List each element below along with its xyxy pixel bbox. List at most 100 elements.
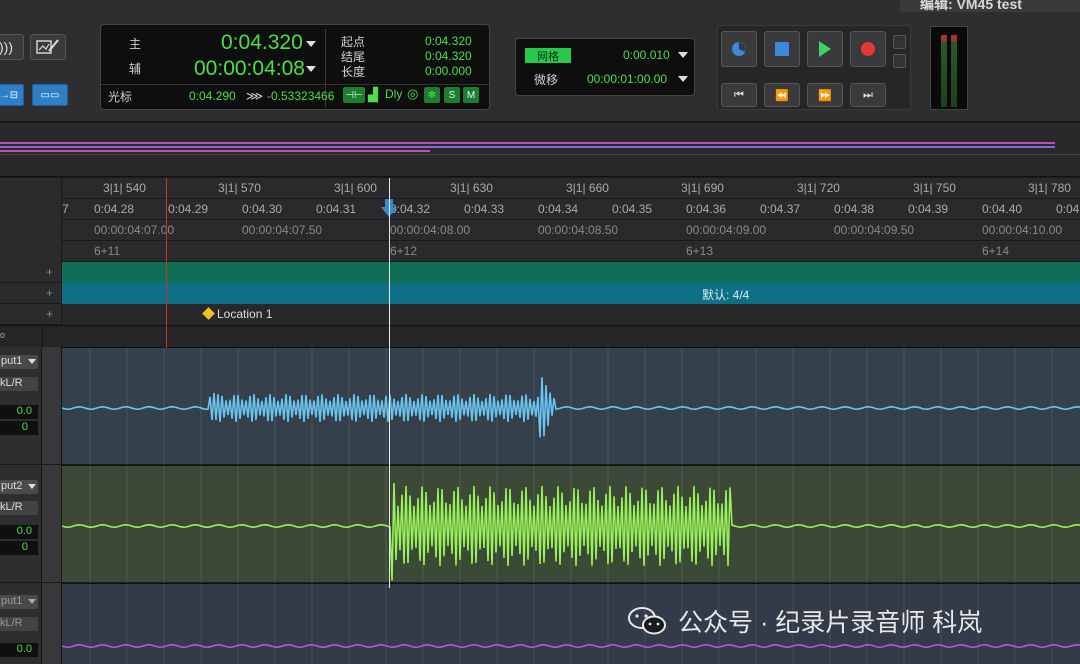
track-2-clip[interactable] <box>61 465 1080 583</box>
speaker-icon: ))) <box>0 39 13 55</box>
pencil-tool-button[interactable] <box>30 34 66 60</box>
track-1-output[interactable]: kL/R <box>0 377 38 391</box>
seconds-label: 0:04 <box>1056 202 1080 216</box>
solo-toggle[interactable]: S <box>444 87 460 103</box>
nudge-dropdown-icon[interactable] <box>678 76 688 82</box>
bar-label: 3|1| 570 <box>218 181 261 195</box>
windows-icon: ▭▭ <box>40 89 60 101</box>
track-2-output[interactable]: kL/R <box>0 501 38 515</box>
seconds-label: 0:04.39 <box>908 202 949 216</box>
play-button[interactable] <box>807 31 843 67</box>
mute-toggle[interactable]: M <box>463 87 479 103</box>
timeline-rulers[interactable]: 3|1| 540 3|1| 570 3|1| 600 3|1| 630 3|1|… <box>0 178 1080 262</box>
grid-value[interactable]: 0:00.010 <box>623 48 670 62</box>
transport-option-2[interactable] <box>893 54 906 68</box>
main-counter-dropdown-icon[interactable] <box>306 41 316 47</box>
track-3-menu-icon[interactable] <box>28 599 36 604</box>
grid-dropdown-icon[interactable] <box>678 52 688 58</box>
bars-beats-ruler[interactable]: 3|1| 540 3|1| 570 3|1| 600 3|1| 630 3|1|… <box>0 178 1080 199</box>
timecode-label: 00:00:04:09.50 <box>834 223 915 237</box>
min-sec-ruler[interactable]: 7 0:04.28 0:04.29 0:04.30 0:04.31 0:04.3… <box>0 199 1080 220</box>
timecode-label: 00:00:04:07.00 <box>94 223 175 237</box>
meter-bar-left <box>941 35 947 107</box>
grid-mode-button[interactable]: 网格 <box>525 48 571 63</box>
bar-label: 3|1| 750 <box>913 181 956 195</box>
transport-option-1[interactable] <box>893 35 906 49</box>
timecode-ruler[interactable]: 00:00:04:07.00 00:00:04:07.50 00:00:04:0… <box>0 220 1080 241</box>
track-1-menu-icon[interactable] <box>28 359 36 364</box>
cursor-level-value: -0.53323466 <box>267 89 335 103</box>
seconds-label: 0:04.30 <box>242 202 283 216</box>
delay-flag-icon[interactable]: ▟ <box>368 87 378 103</box>
main-label: 主 <box>129 37 142 51</box>
timecode-label: 00:00:04:08.50 <box>538 223 619 237</box>
seconds-label: 0:04.28 <box>94 202 135 216</box>
speaker-tool-button[interactable]: ))) <box>0 34 24 60</box>
bar-label: 3|1| 720 <box>797 181 840 195</box>
track-2-strip <box>42 465 62 582</box>
main-counter-value[interactable]: 0:04.320 <box>221 31 303 55</box>
track-3-output[interactable]: kL/R <box>0 617 38 631</box>
mute-label: M <box>466 89 476 101</box>
track-3-header: put1 kL/R 0.0 <box>0 583 42 664</box>
sub-label: 辅 <box>129 62 142 76</box>
track-2-pan[interactable]: 0 <box>0 541 38 555</box>
rewind-button[interactable]: ⏪ <box>764 83 800 107</box>
feet-frames-label: 6+12 <box>390 244 418 258</box>
seconds-label-edge: 7 <box>62 202 69 216</box>
stop-icon <box>775 42 789 56</box>
track-1-volume[interactable]: 0.0 <box>0 405 38 419</box>
window-title: 编辑: VM45 test <box>920 0 1022 12</box>
track-3-volume[interactable]: 0.0 <box>0 643 38 657</box>
timecode-label: 00:00:04:07.50 <box>242 223 323 237</box>
fast-forward-button[interactable]: ⏩ <box>807 83 843 107</box>
meter-signature[interactable]: 默认: 4/4 <box>702 286 749 303</box>
delay-label[interactable]: Dly <box>385 87 402 101</box>
track-2-volume[interactable]: 0.0 <box>0 525 38 539</box>
track-1-clip[interactable] <box>61 347 1080 465</box>
length-value[interactable]: 0:00.000 <box>425 64 472 78</box>
track-2-waveform <box>61 466 1080 583</box>
link-toggle-button[interactable]: →⊟ <box>0 84 24 106</box>
track-1-strip <box>42 347 62 464</box>
spot-toggle[interactable]: ⊣⊢ <box>343 87 365 103</box>
snowflake-icon: ✻ <box>427 89 437 101</box>
window-toggle-button[interactable]: ▭▭ <box>32 84 68 106</box>
nudge-value[interactable]: 00:00:01:00.00 <box>587 72 667 86</box>
snow-toggle[interactable]: ✻ <box>424 87 440 103</box>
start-value[interactable]: 0:04.320 <box>425 34 472 48</box>
ruler-gutter <box>0 178 62 262</box>
nudge-label: 微移 <box>534 73 559 87</box>
online-clock-icon <box>732 42 746 56</box>
toolbar: 编辑: VM45 test ))) →⊟ ▭▭ 主 0:04.320 辅 00:… <box>0 0 1080 122</box>
stop-button[interactable] <box>764 31 800 67</box>
markers-lane[interactable]: Location 1 <box>62 304 1080 325</box>
online-button[interactable] <box>721 31 757 67</box>
return-to-zero-button[interactable]: ⏮ <box>721 83 757 107</box>
solo-label: S <box>448 89 456 101</box>
seconds-label: 0:04.36 <box>686 202 727 216</box>
tempo-lane[interactable] <box>62 262 1080 283</box>
cursor-label: 光标 <box>108 90 133 104</box>
sub-counter-dropdown-icon[interactable] <box>306 66 316 72</box>
seconds-label: 0:04.31 <box>316 202 357 216</box>
end-value[interactable]: 0:04.320 <box>425 49 472 63</box>
sync-icon[interactable]: ◎ <box>407 86 418 102</box>
go-to-end-button[interactable]: ⏭ <box>850 83 886 107</box>
universe-overview[interactable] <box>0 123 1080 177</box>
track-1-pan[interactable]: 0 <box>0 421 38 435</box>
track-2-menu-icon[interactable] <box>28 484 36 489</box>
track-3-strip <box>42 583 62 664</box>
sub-counter-value[interactable]: 00:00:04:08 <box>194 57 305 81</box>
record-button[interactable] <box>850 31 886 67</box>
bar-label: 3|1| 630 <box>450 181 493 195</box>
feet-frames-ruler[interactable]: 6+11 6+12 6+13 6+14 <box>0 241 1080 262</box>
timecode-label: 00:00:04:08.00 <box>390 223 471 237</box>
add-tempo-icon[interactable]: + <box>46 265 53 279</box>
add-meter-icon[interactable]: + <box>46 286 53 300</box>
location-marker[interactable]: Location 1 <box>217 307 272 321</box>
track-list-header: o <box>0 325 1080 348</box>
meter-lane[interactable]: 默认: 4/4 <box>62 283 1080 304</box>
add-marker-icon[interactable]: + <box>46 307 53 321</box>
timecode-label: 00:00:04:10.00 <box>982 223 1063 237</box>
